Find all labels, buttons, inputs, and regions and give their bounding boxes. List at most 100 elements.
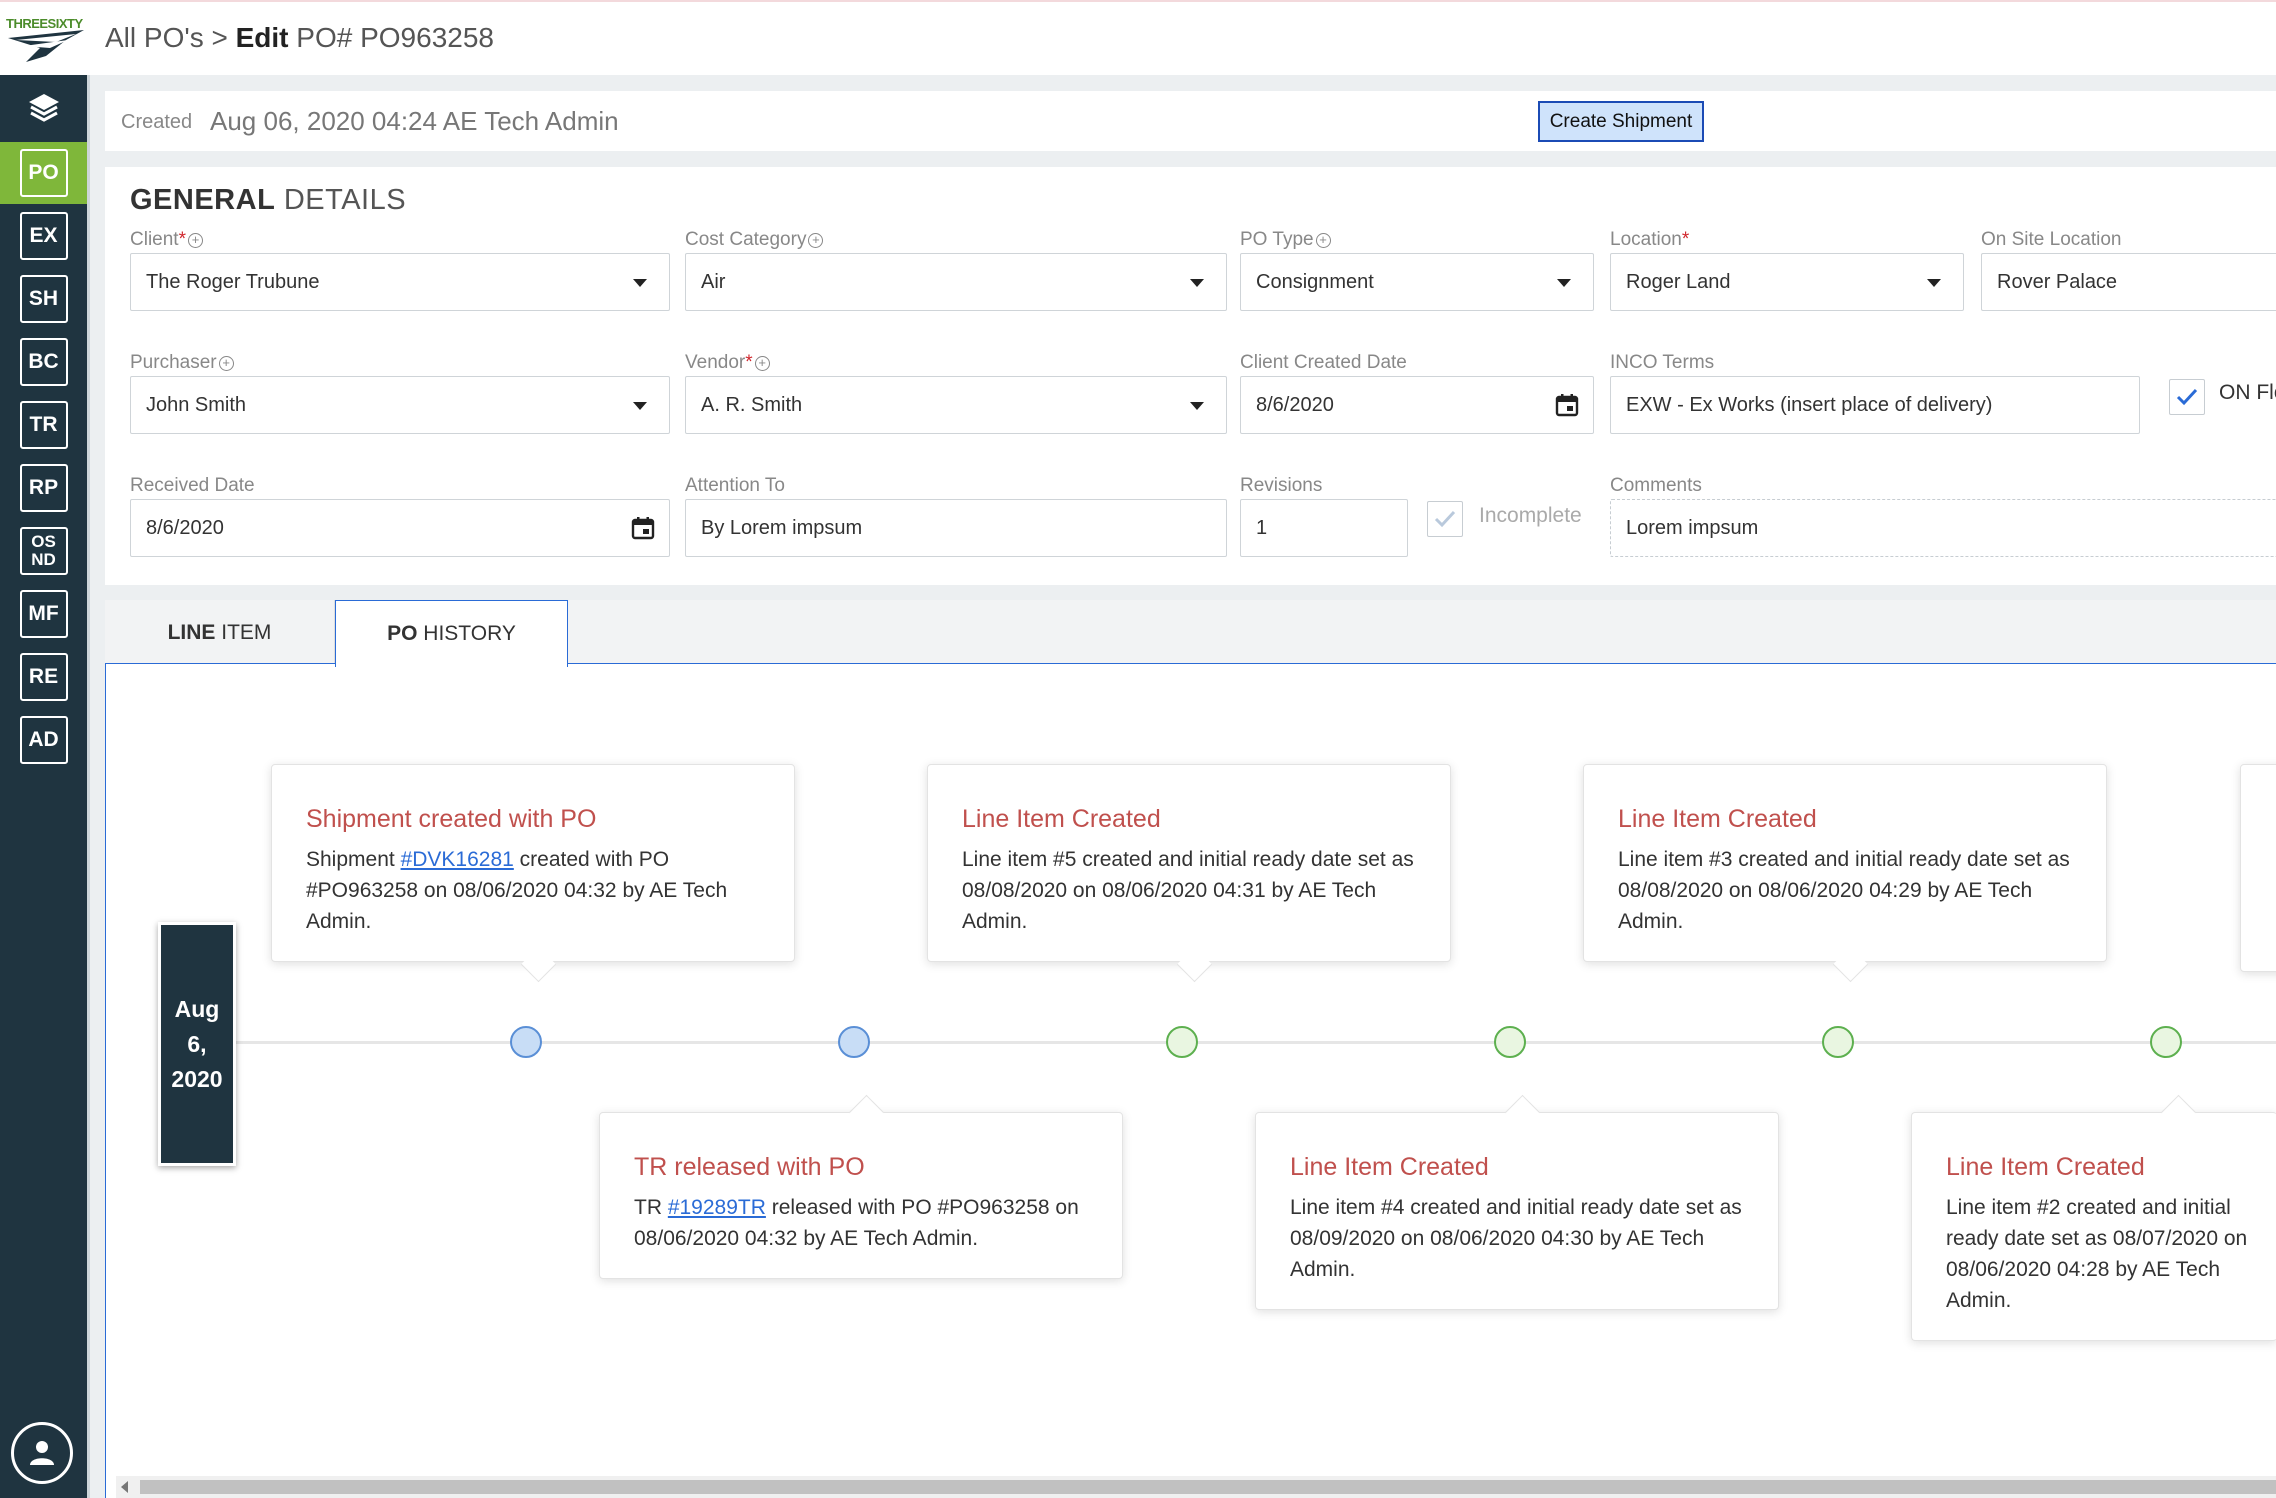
purchaser-label: Purchaser +	[130, 352, 234, 374]
sidebar-item-ad[interactable]: AD	[0, 709, 87, 771]
user-icon	[30, 1441, 54, 1465]
incomplete-label: Incomplete	[1479, 504, 1582, 527]
sidebar-divider	[87, 75, 90, 1498]
po-history-panel: Aug 6, 2020 Shipment created with PO Shi…	[105, 663, 2276, 1498]
event-title: Line Item Created	[1946, 1153, 2145, 1181]
event-body: Shipment #DVK16281 created with PO #PO96…	[306, 848, 728, 933]
created-value: Aug 06, 2020 04:24 AE Tech Admin	[210, 106, 619, 136]
sidebar: PO EX SH BC TR RP OS ND MF RE AD	[0, 75, 87, 1498]
date-month: Aug	[174, 995, 220, 1022]
timeline-dot[interactable]	[1822, 1026, 1854, 1058]
shipment-link[interactable]: #DVK16281	[401, 848, 514, 871]
sidebar-item-osnd[interactable]: OS ND	[0, 520, 87, 582]
sidebar-item-label: OS ND	[19, 527, 68, 575]
tab-line-item[interactable]: LINE ITEM	[105, 600, 335, 665]
event-body: Line item #5 created and initial ready d…	[962, 848, 1414, 933]
sidebar-item-sh[interactable]: SH	[0, 268, 87, 330]
event-body: Line item #2 created and initial ready d…	[1946, 1196, 2248, 1312]
location-label: Location*	[1610, 229, 1690, 250]
info-icon: +	[1315, 233, 1331, 248]
calendar-icon[interactable]	[631, 516, 655, 540]
timeline-dot[interactable]	[1494, 1026, 1526, 1058]
attention-to-field[interactable]: By Lorem impsum	[685, 499, 1227, 557]
info-icon: +	[754, 356, 770, 371]
date-year: 2020	[171, 1065, 223, 1092]
info-icon: +	[187, 233, 203, 248]
logo-text: THREESIXTY	[6, 16, 83, 31]
on-flow-checkbox[interactable]	[2169, 379, 2205, 415]
inco-terms-label: INCO Terms	[1610, 352, 1715, 373]
chevron-down-icon	[1557, 279, 1571, 287]
sidebar-item-bc[interactable]: BC	[0, 331, 87, 393]
timeline-dot[interactable]	[2150, 1026, 2182, 1058]
layers-icon	[28, 93, 59, 122]
scrollbar-thumb[interactable]	[140, 1480, 2276, 1494]
chevron-down-icon	[1190, 279, 1204, 287]
app-logo[interactable]: THREESIXTY	[6, 16, 86, 66]
sidebar-item-label: MF	[19, 590, 68, 638]
created-bar: Created Aug 06, 2020 04:24 AE Tech Admin…	[105, 91, 2276, 151]
checkmark-icon	[2176, 388, 2198, 406]
scroll-left-arrow-icon[interactable]	[121, 1481, 128, 1493]
vendor-select[interactable]: A. R. Smith	[685, 376, 1227, 434]
checkmark-icon	[1434, 510, 1456, 528]
po-type-select[interactable]: Consignment	[1240, 253, 1594, 311]
client-created-date-input[interactable]: 8/6/2020	[1240, 376, 1594, 434]
title-bold: GENERAL	[130, 184, 276, 216]
timeline-line	[236, 1041, 2276, 1044]
sidebar-item-label: TR	[19, 401, 68, 449]
event-title: TR released with PO	[634, 1153, 865, 1181]
client-created-date-label: Client Created Date	[1240, 352, 1407, 373]
vendor-label: Vendor* +	[685, 352, 770, 374]
sidebar-item-tr[interactable]: TR	[0, 394, 87, 456]
info-icon: +	[218, 356, 234, 371]
sidebar-item-mf[interactable]: MF	[0, 583, 87, 645]
timeline-dot[interactable]	[510, 1026, 542, 1058]
history-event-card: Line Item Created Line item #3 created a…	[1583, 764, 2107, 962]
sidebar-item-label: BC	[19, 338, 68, 386]
inco-terms-field[interactable]: EXW - Ex Works (insert place of delivery…	[1610, 376, 2140, 434]
received-date-label: Received Date	[130, 475, 255, 496]
sidebar-item-re[interactable]: RE	[0, 646, 87, 708]
comments-label: Comments	[1610, 475, 1702, 496]
user-profile-button[interactable]	[11, 1422, 73, 1484]
timeline-dot[interactable]	[1166, 1026, 1198, 1058]
incomplete-checkbox[interactable]	[1427, 501, 1463, 537]
on-site-location-field[interactable]: Rover Palace	[1981, 253, 2276, 311]
history-event-card: TR released with PO TR #19289TR released…	[599, 1112, 1123, 1279]
revisions-label: Revisions	[1240, 475, 1323, 496]
revisions-field[interactable]: 1	[1240, 499, 1408, 557]
calendar-icon[interactable]	[1555, 393, 1579, 417]
tab-po-history[interactable]: PO HISTORY	[335, 600, 568, 667]
history-event-card: Line Item Created Line item #5 created a…	[927, 764, 1451, 962]
sidebar-item-ex[interactable]: EX	[0, 205, 87, 267]
sidebar-item-po[interactable]: PO	[0, 142, 87, 204]
chevron-down-icon	[633, 402, 647, 410]
horizontal-scrollbar[interactable]	[116, 1476, 2276, 1498]
chevron-down-icon	[1190, 402, 1204, 410]
tr-link[interactable]: #19289TR	[668, 1196, 766, 1219]
cost-category-select[interactable]: Air	[685, 253, 1227, 311]
location-select[interactable]: Roger Land	[1610, 253, 1964, 311]
event-title: Shipment created with PO	[306, 805, 597, 833]
breadcrumb-po-number: PO# PO963258	[296, 22, 494, 53]
purchaser-select[interactable]: John Smith	[130, 376, 670, 434]
date-day: 6,	[187, 1030, 207, 1057]
received-date-input[interactable]: 8/6/2020	[130, 499, 670, 557]
sidebar-item-label: SH	[19, 275, 68, 323]
sidebar-item-label: PO	[19, 149, 68, 197]
breadcrumb-all-pos[interactable]: All PO's >	[105, 22, 228, 53]
client-select[interactable]: The Roger Trubune	[130, 253, 670, 311]
sidebar-item-rp[interactable]: RP	[0, 457, 87, 519]
po-type-label: PO Type +	[1240, 229, 1331, 251]
timeline-dot[interactable]	[838, 1026, 870, 1058]
create-shipment-button[interactable]: Create Shipment	[1538, 101, 1704, 142]
cost-category-label: Cost Category +	[685, 229, 824, 251]
created-label: Created	[121, 111, 193, 133]
sidebar-item-label: RE	[19, 653, 68, 701]
breadcrumb: All PO's > Edit PO# PO963258	[105, 22, 494, 54]
sidebar-layers-button[interactable]	[0, 75, 87, 140]
client-label: Client* +	[130, 229, 203, 251]
comments-field[interactable]: Lorem impsum	[1610, 499, 2276, 557]
event-title: Line Item Created	[1618, 805, 1817, 833]
